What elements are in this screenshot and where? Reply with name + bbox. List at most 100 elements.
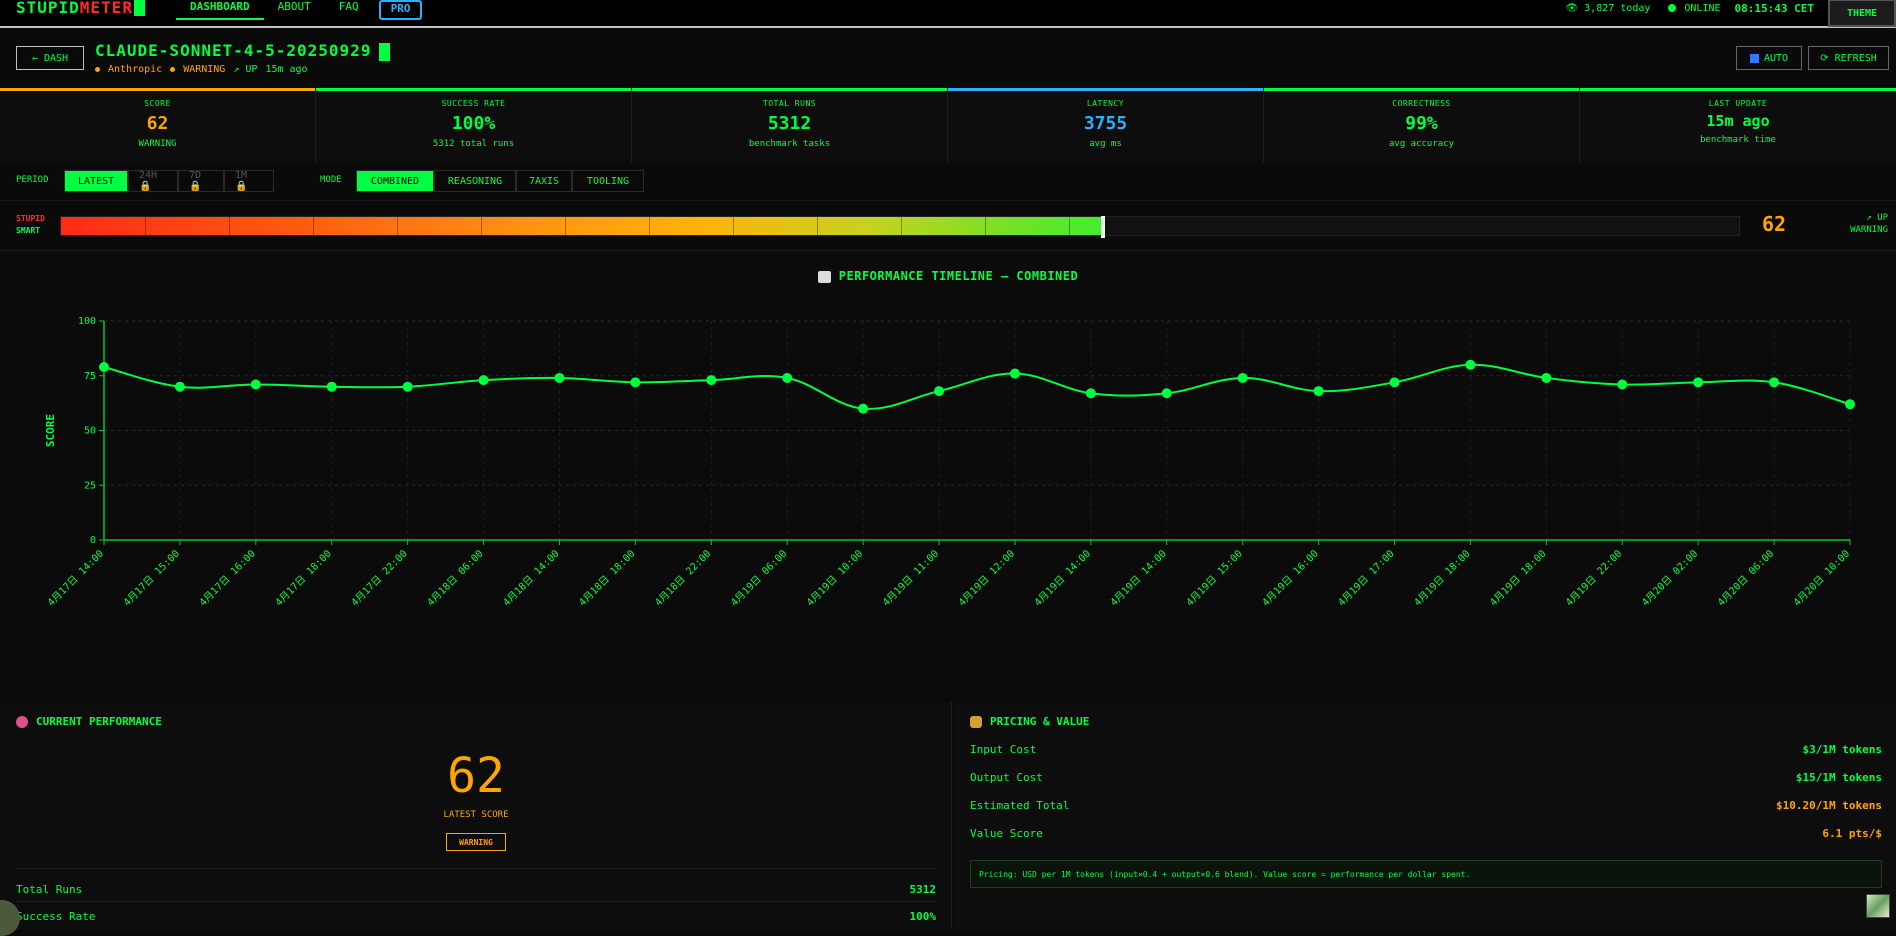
back-button[interactable]: ← DASH <box>16 46 84 70</box>
cursor-block <box>379 42 391 61</box>
meter-tick <box>397 217 398 235</box>
meter-tick <box>229 217 230 235</box>
meter-tick <box>817 217 818 235</box>
meter-tick <box>733 217 734 235</box>
theme-button[interactable]: THEME <box>1828 0 1896 27</box>
x-tick-label: 4月17日 22:00 <box>349 548 410 609</box>
divider <box>16 901 936 902</box>
meter-needle <box>1101 216 1105 238</box>
x-tick-label: 4月18日 14:00 <box>501 548 562 609</box>
latest-score-label: LATEST SCORE <box>443 810 509 820</box>
meter-tick <box>985 217 986 235</box>
logo[interactable]: STUPIDMETER <box>16 0 145 16</box>
metric-row: Total Runs 5312 <box>16 883 936 896</box>
eye-icon: 👁 <box>1565 2 1579 14</box>
score-point <box>1085 388 1096 399</box>
score-point <box>858 403 869 414</box>
model-meta: Anthropic WARNING ↗ UP 15m ago <box>95 64 308 75</box>
metric-value: 5312 <box>909 883 937 896</box>
nav-faq[interactable]: FAQ <box>325 0 373 20</box>
model-header: ← DASH CLAUDE-SONNET-4-5-20250929 Anthro… <box>0 30 1896 88</box>
stat-latency: LATENCY 3755 avg ms <box>948 88 1264 163</box>
stat-sub: WARNING <box>138 139 177 149</box>
auto-refresh-button[interactable]: AUTO <box>1736 46 1802 70</box>
model-title: CLAUDE-SONNET-4-5-20250929 <box>95 41 391 61</box>
score-point <box>1845 399 1855 410</box>
score-point <box>554 372 565 383</box>
mode-7axis[interactable]: 7AXIS <box>516 170 572 192</box>
x-tick-label: 4月19日 14:00 <box>1032 548 1093 609</box>
meter-label-stupid: STUPID <box>16 214 45 223</box>
x-tick-label: 4月17日 18:00 <box>273 548 334 609</box>
x-tick-label: 4月19日 17:00 <box>1336 548 1397 609</box>
stat-label: LATENCY <box>1086 99 1125 108</box>
current-performance-panel: CURRENT PERFORMANCE 62 LATEST SCORE WARN… <box>0 702 952 929</box>
stat-sub: benchmark tasks <box>748 139 831 149</box>
nav-pro[interactable]: PRO <box>378 0 423 20</box>
period-1m[interactable]: 1M 🔒 <box>224 170 274 192</box>
pricing-title: PRICING & VALUE <box>970 715 1089 728</box>
view-controls: PERIOD LATEST 24H 🔒 7D 🔒 1M 🔒 MODE COMBI… <box>0 163 1896 201</box>
pricing-note: Pricing: USD per 1M tokens (input×0.4 + … <box>970 860 1882 888</box>
visitor-count: 3,827 today <box>1584 2 1651 14</box>
period-label: PERIOD <box>16 175 49 185</box>
refresh-button[interactable]: ⟳ REFRESH <box>1808 46 1889 70</box>
online-dot-icon <box>1668 4 1677 12</box>
checkbox-icon <box>1749 53 1759 63</box>
stat-label: CORRECTNESS <box>1392 99 1451 108</box>
stat-last-update: LAST UPDATE 15m ago benchmark time <box>1580 88 1896 163</box>
x-tick-label: 4月17日 16:00 <box>197 548 258 609</box>
x-tick-label: 4月19日 10:00 <box>804 548 865 609</box>
stat-cards: SCORE 62 WARNING SUCCESS RATE 100% 5312 … <box>0 88 1896 163</box>
metric-label: Total Runs <box>16 883 83 896</box>
period-7d[interactable]: 7D 🔒 <box>178 170 224 192</box>
pricing-row: Value Score 6.1 pts/$ <box>970 827 1882 840</box>
logo-text-a: STUPID <box>16 0 80 17</box>
score-point <box>478 375 489 386</box>
money-bag-icon <box>970 716 982 728</box>
stat-label: SCORE <box>144 99 171 108</box>
score-line <box>103 363 1851 410</box>
mode-combined[interactable]: COMBINED <box>356 170 434 192</box>
x-tick-label: 4月19日 15:00 <box>1184 548 1245 609</box>
y-tick-label: 100 <box>78 316 96 327</box>
status-dot-icon <box>95 66 100 72</box>
logo-text-b: METER <box>79 0 133 17</box>
meter-tick <box>481 217 482 235</box>
stat-value: 62 <box>146 113 169 134</box>
score-point <box>1769 377 1780 388</box>
performance-chart-panel: PERFORMANCE TIMELINE — COMBINED 0 25 50 75 1… <box>0 252 1896 700</box>
pricing-value: $3/1M tokens <box>1802 743 1882 756</box>
stat-label: LAST UPDATE <box>1708 99 1768 108</box>
mode-buttons: COMBINED REASONING 7AXIS TOOLING <box>356 170 644 192</box>
score-point <box>934 386 945 397</box>
pricing-label: Input Cost <box>970 743 1037 756</box>
clock: 08:15:43 CET <box>1734 1 1814 15</box>
stat-value: 100% <box>451 113 496 134</box>
y-axis-label: SCORE <box>44 414 57 447</box>
score-point <box>1617 379 1628 390</box>
mode-tooling[interactable]: TOOLING <box>572 170 644 192</box>
target-icon <box>16 716 28 728</box>
stat-accent <box>0 88 315 91</box>
x-tick-label: 4月18日 06:00 <box>425 548 486 609</box>
nav-about[interactable]: ABOUT <box>264 0 325 20</box>
divider <box>16 868 936 869</box>
period-latest[interactable]: LATEST <box>64 170 128 192</box>
floating-avatar[interactable] <box>1866 894 1890 918</box>
score-point <box>174 381 185 392</box>
score-point <box>630 377 641 388</box>
meter-tick <box>1069 217 1070 235</box>
mode-reasoning[interactable]: REASONING <box>434 170 516 192</box>
meter-fill <box>61 217 1103 235</box>
online-status: ONLINE <box>1684 2 1721 14</box>
period-24h[interactable]: 24H 🔒 <box>128 170 178 192</box>
pricing-row: Input Cost $3/1M tokens <box>970 743 1882 756</box>
x-tick-label: 4月19日 06:00 <box>728 548 789 609</box>
stat-sub: avg accuracy <box>1388 139 1455 149</box>
y-tick-label: 0 <box>90 535 96 546</box>
stat-sub: benchmark time <box>1700 135 1776 145</box>
nav-dashboard[interactable]: DASHBOARD <box>176 0 264 20</box>
stat-accent <box>948 88 1263 91</box>
performance-chart: 0 25 50 75 100 4月17日 14:00 4月17日 15:00 4月17日 16… <box>44 316 1855 609</box>
